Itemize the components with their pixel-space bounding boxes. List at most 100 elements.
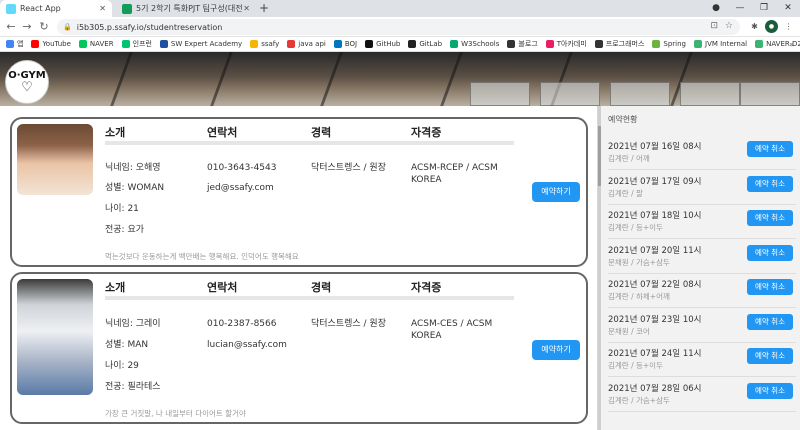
bookmark-item[interactable]: Spring [652, 40, 686, 48]
major: 전공: 요가 [105, 225, 145, 235]
translate-icon[interactable]: ⊡ [710, 21, 718, 31]
bookmark-icon [31, 40, 40, 48]
bookmark-item[interactable]: 앱 [6, 39, 23, 49]
back-icon[interactable]: ← [4, 20, 18, 34]
phone: 010-3643-4543 [207, 163, 277, 173]
bookmark-icon [594, 40, 603, 48]
divider [105, 141, 514, 145]
reservation-member: 김계란 / 등+이두 [608, 223, 663, 232]
bookmark-icon [652, 40, 661, 48]
bookmark-item[interactable]: 프로그래머스 [594, 39, 644, 49]
career: 닥터스트렝스 / 원장 [311, 163, 386, 173]
cancel-reservation-button[interactable]: 예약 취소 [747, 313, 793, 330]
tab-react-app[interactable]: React App ✕ [0, 0, 112, 17]
bookmark-label: Spring [663, 40, 686, 48]
address-bar-row: ← → ↻ 🔒 i5b305.p.ssafy.io/studentreserva… [0, 17, 800, 37]
cancel-reservation-button[interactable]: 예약 취소 [747, 279, 793, 295]
close-window-icon[interactable]: ✕ [776, 0, 800, 17]
bookmark-item[interactable]: YouTube [31, 40, 71, 48]
bookmark-item[interactable]: SW Expert Academy [159, 40, 242, 48]
cancel-reservation-button[interactable]: 예약 취소 [747, 141, 793, 157]
nickname: 닉네임: 그레이 [105, 319, 161, 329]
tab-search-icon[interactable]: ● [704, 0, 728, 17]
bookmark-label: 인프런 [132, 40, 152, 48]
email: jed@ssafy.com [207, 183, 274, 193]
reservation-member: 김계란 / 어깨 [608, 154, 650, 163]
bookmark-item[interactable]: GitLab [408, 40, 442, 48]
reservation-datetime: 2021년 07월 28일 06시 [608, 383, 702, 394]
lock-icon: 🔒 [63, 23, 72, 31]
tab-sheets[interactable]: 5기 2학기 특화PJT 팀구성(대전… ✕ [116, 0, 256, 17]
bookmark-item[interactable]: ssafy [250, 40, 279, 48]
cert-header: 자격증 [411, 281, 442, 294]
intro-header: 소개 [105, 281, 126, 294]
bookmark-icon [6, 40, 14, 48]
maximize-icon[interactable]: ❐ [752, 0, 776, 17]
bookmark-star-icon[interactable]: ☆ [725, 21, 733, 31]
reservation-sidebar: 예약현황 2021년 07월 16일 08시 김계란 / 어깨 예약 취소 2021년… [597, 106, 800, 430]
bookmark-label: BOJ [344, 40, 358, 48]
logo-mark: ♡ [21, 80, 33, 95]
career: 닥터스트렝스 / 원장 [311, 319, 386, 329]
menu-icon[interactable]: ⋮ [782, 20, 795, 33]
bookmark-label: 블로그 [518, 40, 538, 48]
bookmark-item[interactable]: T아카데미 [545, 39, 587, 49]
cancel-reservation-button[interactable]: 예약 취소 [747, 244, 793, 261]
bookmark-label: java api [298, 40, 326, 48]
close-tab-icon[interactable]: ✕ [243, 4, 250, 13]
bookmark-label: NAVER [89, 40, 114, 48]
react-icon [6, 3, 16, 14]
reservation-member: 김계란 / 등+이두 [608, 361, 663, 370]
reserve-button[interactable]: 예약하기 [532, 182, 580, 202]
bookmark-icon [694, 40, 702, 48]
tab-title: React App [20, 4, 61, 13]
bookmark-item[interactable]: JVM Internal [694, 40, 747, 48]
contact-header: 연락처 [207, 281, 238, 294]
cert-header: 자격증 [411, 126, 442, 139]
bookmark-item[interactable]: java api [287, 40, 326, 48]
more-bookmarks-icon[interactable]: » [789, 37, 794, 52]
profile-avatar[interactable]: ● [765, 20, 778, 33]
trainer-card: 소개 연락처 경력 자격증 닉네임: 오해영 성별: WOMAN 나이: 21 … [10, 117, 588, 267]
bookmark-icon [450, 40, 459, 48]
bookmark-item[interactable]: W3Schools [450, 40, 499, 48]
reservation-datetime: 2021년 07월 18일 10시 [608, 211, 702, 221]
cancel-reservation-button[interactable]: 예약 취소 [747, 382, 793, 399]
trainer-intro: 가장 큰 거짓말, 나 내일부터 다이어트 할거야 [105, 409, 246, 418]
bookmark-item[interactable]: GitHub [365, 40, 400, 48]
url-bar[interactable]: 🔒 i5b305.p.ssafy.io/studentreservation ⊡… [57, 19, 740, 35]
cancel-reservation-button[interactable]: 예약 취소 [747, 348, 793, 364]
bookmark-item[interactable]: BOJ [333, 40, 358, 48]
bookmark-label: YouTube [42, 40, 71, 48]
bookmark-item[interactable]: 인프런 [121, 39, 152, 49]
bookmark-icon [545, 40, 554, 48]
bookmark-icon [755, 40, 764, 48]
bookmark-item[interactable]: 블로그 [507, 39, 538, 49]
bookmark-icon [159, 40, 168, 48]
reservation-datetime: 2021년 07월 16일 08시 [608, 142, 702, 152]
minimize-icon[interactable]: — [728, 0, 752, 17]
url-text: i5b305.p.ssafy.io/studentreservation [76, 22, 223, 32]
hero-banner [0, 52, 800, 106]
scrollbar[interactable] [598, 106, 601, 430]
reservation-member: 김계란 / 가슴+삼두 [608, 395, 670, 405]
extensions-icon[interactable]: ✱ [748, 20, 761, 33]
new-tab-icon[interactable]: + [259, 1, 269, 15]
reload-icon[interactable]: ↻ [37, 20, 51, 34]
reservation-member: 김계란 / 하체+어깨 [608, 292, 670, 301]
bookmark-label: W3Schools [461, 40, 500, 48]
bookmark-label: 앱 [17, 40, 24, 48]
bookmark-icon [507, 40, 516, 48]
bookmark-icon [365, 40, 374, 48]
reservation-item: 2021년 07월 20일 11시 문채원 / 가슴+삼두 예약 취소 [608, 240, 796, 274]
close-tab-icon[interactable]: ✕ [99, 4, 106, 13]
cancel-reservation-button[interactable]: 예약 취소 [747, 210, 793, 226]
cancel-reservation-button[interactable]: 예약 취소 [747, 175, 793, 192]
gym-logo[interactable]: O·GYM ♡ [5, 60, 49, 104]
forward-icon[interactable]: → [20, 20, 34, 34]
reserve-button[interactable]: 예약하기 [532, 340, 580, 360]
bookmark-item[interactable]: NAVER [78, 40, 114, 48]
reservation-member: 문채원 / 가슴+삼두 [608, 257, 670, 267]
email: lucian@ssafy.com [207, 340, 287, 350]
bookmark-icon [78, 40, 87, 48]
